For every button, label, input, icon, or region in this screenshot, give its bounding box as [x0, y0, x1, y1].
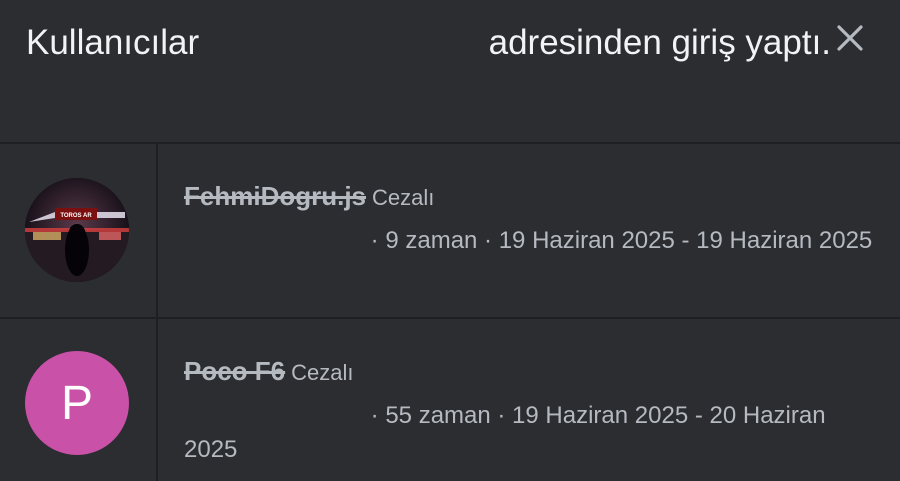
avatar-column: TOROS AR	[0, 144, 158, 317]
status-badge: Cezalı	[372, 185, 435, 210]
avatar-sign-text: TOROS AR	[60, 213, 92, 219]
list-item[interactable]: P Poco F6 Cezalı · 55 zaman · 19 Haziran …	[0, 317, 900, 481]
session-meta-text: · 55 zaman · 19 Haziran 2025 - 20 Hazira…	[184, 402, 826, 463]
session-meta: · 9 zaman · 19 Haziran 2025 - 19 Haziran…	[184, 224, 874, 258]
close-icon	[837, 25, 863, 51]
login-history-panel: Kullanıcılar adresinden giriş yaptı. TOR…	[0, 0, 900, 481]
avatar-letter: P	[60, 376, 93, 430]
redacted-detail	[184, 247, 364, 248]
avatar-column: P	[0, 319, 158, 481]
redacted-detail	[184, 422, 364, 423]
title-suffix: adresinden giriş yaptı.	[488, 23, 832, 62]
title-prefix: Kullanıcılar	[26, 23, 200, 62]
list-item[interactable]: TOROS AR FehmiDogru.js Cezalı · 9 zaman ·…	[0, 142, 900, 317]
session-meta: · 55 zaman · 19 Haziran 2025 - 20 Hazira…	[184, 399, 874, 467]
user-list: TOROS AR FehmiDogru.js Cezalı · 9 zaman ·…	[0, 142, 900, 481]
redacted-ip-address	[209, 53, 479, 54]
avatar[interactable]: P	[25, 351, 129, 455]
panel-header: Kullanıcılar adresinden giriş yaptı.	[0, 0, 900, 142]
user-entry-content: Poco F6 Cezalı · 55 zaman · 19 Haziran 20…	[184, 352, 874, 467]
panel-title: Kullanıcılar adresinden giriş yaptı.	[26, 15, 836, 71]
status-badge: Cezalı	[291, 360, 354, 385]
username[interactable]: FehmiDogru.js	[184, 181, 366, 211]
session-meta-text: · 9 zaman · 19 Haziran 2025 - 19 Haziran…	[370, 227, 873, 254]
avatar-photo: TOROS AR	[25, 178, 129, 282]
close-button[interactable]	[826, 14, 874, 62]
user-entry-content: FehmiDogru.js Cezalı · 9 zaman · 19 Hazir…	[184, 177, 874, 258]
user-name-line: Poco F6 Cezalı	[184, 352, 874, 395]
user-name-line: FehmiDogru.js Cezalı	[184, 177, 874, 220]
avatar[interactable]: TOROS AR	[25, 178, 129, 282]
username[interactable]: Poco F6	[184, 356, 285, 386]
